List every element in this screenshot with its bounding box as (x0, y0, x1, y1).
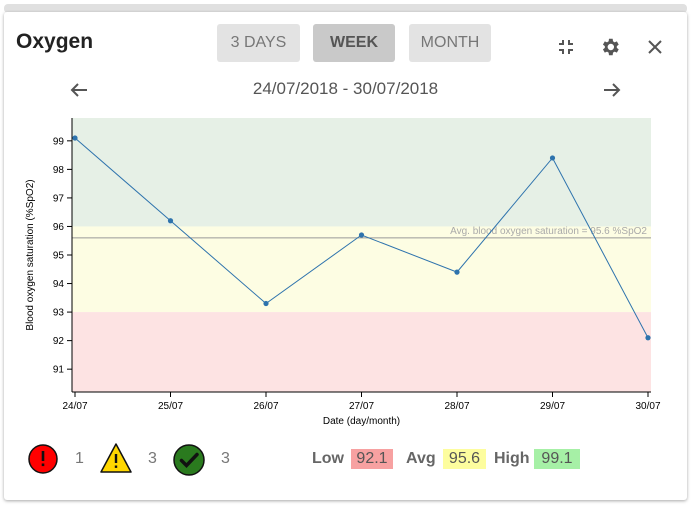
x-tick-label: 24/07 (62, 401, 87, 412)
data-point (167, 218, 174, 224)
y-tick-label: 95 (53, 251, 65, 262)
high-value: 99.1 (534, 449, 580, 469)
y-tick-label: 98 (53, 165, 65, 176)
avg-label: Avg (406, 450, 436, 467)
range-band (72, 226, 651, 313)
range-band (72, 312, 651, 392)
y-tick-label: 94 (53, 279, 65, 290)
data-point (72, 135, 78, 141)
x-tick-label: 27/07 (349, 401, 374, 412)
y-tick-label: 96 (53, 222, 65, 233)
low-label: Low (312, 450, 344, 467)
x-tick-label: 26/07 (253, 401, 278, 412)
x-axis-label: Date (day/month) (323, 416, 400, 427)
high-label: High (494, 450, 530, 467)
average-label: Avg. blood oxygen saturation = 95.6 %SpO… (450, 226, 647, 237)
data-point (549, 155, 556, 161)
warning-count: 3 (148, 450, 157, 467)
data-point (263, 300, 269, 307)
ok-status-icon (173, 444, 205, 476)
avg-value: 95.6 (443, 449, 486, 469)
y-tick-label: 91 (53, 365, 65, 376)
data-point (454, 269, 460, 275)
data-point (645, 335, 651, 341)
y-tick-label: 97 (53, 193, 65, 204)
x-tick-label: 29/07 (540, 401, 565, 412)
y-axis-label: Blood oxygen saturation (%SpO2) (25, 179, 36, 330)
alert-status-icon (28, 444, 58, 474)
x-tick-label: 30/07 (635, 401, 660, 412)
low-value: 92.1 (351, 449, 393, 469)
warning-status-icon (99, 442, 133, 474)
data-point (358, 232, 365, 238)
x-tick-label: 25/07 (158, 401, 183, 412)
y-tick-label: 99 (53, 136, 65, 147)
y-tick-label: 93 (53, 308, 65, 319)
y-tick-label: 92 (53, 336, 65, 347)
x-tick-label: 28/07 (444, 401, 469, 412)
ok-count: 3 (221, 450, 230, 467)
alert-count: 1 (75, 450, 84, 467)
oxygen-card: Oxygen 3 DAYS WEEK MONTH 24/07/2018 - 30… (4, 12, 687, 500)
oxygen-chart: Avg. blood oxygen saturation = 95.6 %SpO… (25, 118, 661, 427)
